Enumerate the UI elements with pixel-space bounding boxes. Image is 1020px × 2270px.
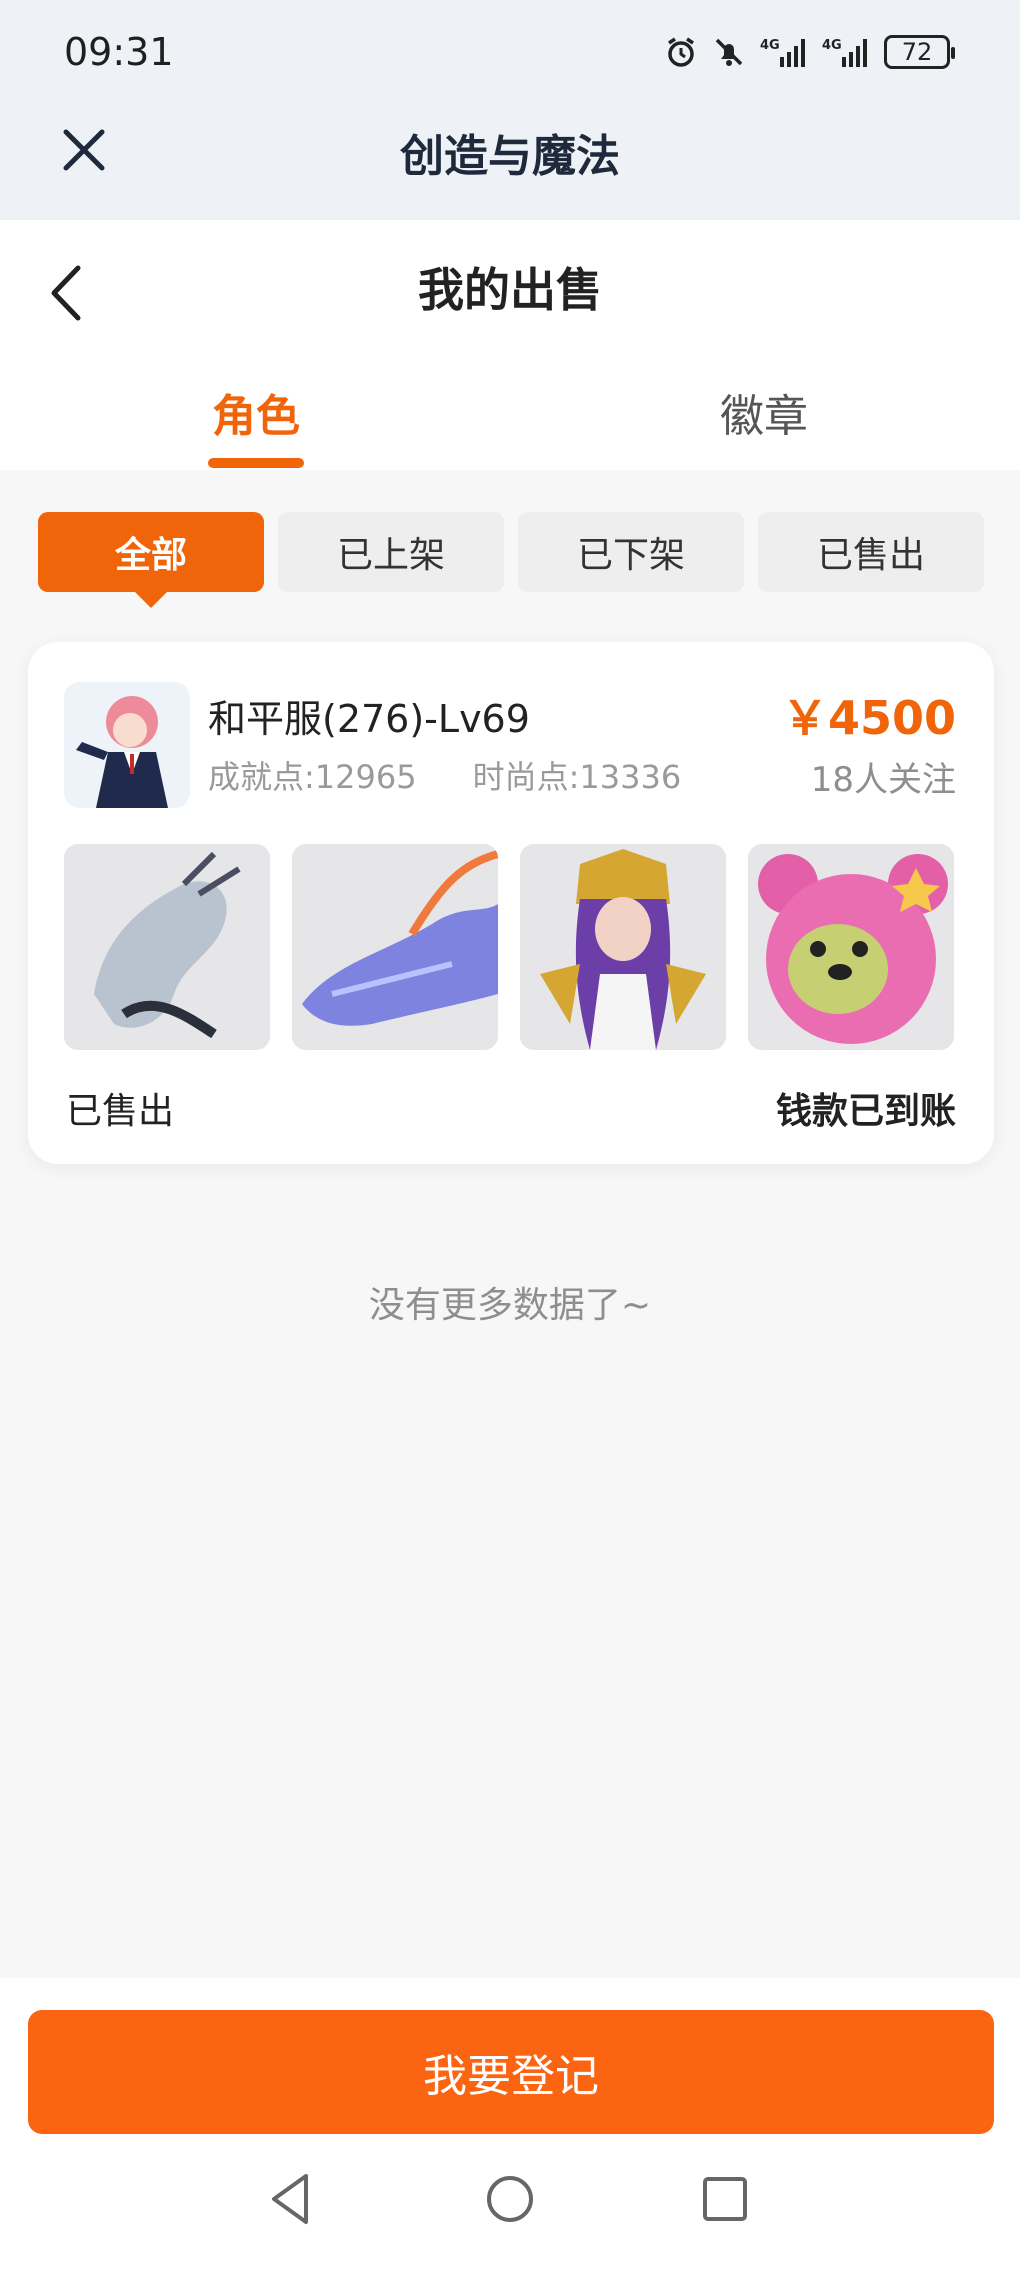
listing-card[interactable]: 和平服(276)-Lv69 成就点:12965 时尚点:13336 ￥4500 … [28,642,994,1164]
bottom-area: 我要登记 [0,1978,1020,2270]
silver-dragon-thumbnail[interactable] [64,844,270,1050]
system-nav-bar [0,2164,1020,2270]
golden-warrior-thumbnail[interactable] [520,844,726,1050]
battery-level: 72 [901,38,933,66]
pink-bear-thumbnail[interactable] [748,844,954,1050]
svg-text:4G: 4G [760,38,780,53]
tab-badge[interactable]: 徽章 [664,380,864,444]
svg-text:4G: 4G [822,38,842,53]
filter-row: 全部 已上架 已下架 已售出 [38,512,984,608]
filter-unlisted[interactable]: 已下架 [518,512,744,592]
thumbnail-row [64,844,958,1050]
active-tab-indicator [208,458,304,468]
alarm-icon [668,37,694,67]
followers-count: 18人关注 [810,760,956,800]
blue-dragon-thumbnail[interactable] [292,844,498,1050]
app-title: 创造与魔法 [400,131,620,182]
page-header: 我的出售 角色 徽章 [0,220,1020,470]
fashion-points: 时尚点:13336 [472,758,682,796]
nav-back-icon[interactable] [256,2164,326,2234]
character-avatar [64,682,190,808]
filter-listed[interactable]: 已上架 [278,512,504,592]
payment-status: 钱款已到账 [775,1091,956,1132]
page-title: 我的出售 [418,263,602,317]
character-name: 和平服(276)-Lv69 [208,697,530,741]
battery-icon: 72 [884,35,955,69]
nav-recents-icon[interactable] [690,2164,760,2234]
nav-home-icon[interactable] [475,2164,545,2234]
app-bar: 创造与魔法 [0,110,1020,220]
status-bar: 09:31 4G 4G 72 [0,0,1020,110]
no-more-data: 没有更多数据了~ [368,1285,652,1326]
filter-all[interactable]: 全部 [38,512,264,608]
status-time: 09:31 [64,30,174,74]
sale-status: 已售出 [66,1091,175,1132]
mute-icon [715,38,743,66]
price: ￥4500 [781,691,956,745]
status-icons: 4G 4G 72 [664,30,955,74]
signal-4g-icon: 4G [760,38,805,67]
register-button[interactable]: 我要登记 [28,2010,994,2134]
character-stats: 成就点:12965 时尚点:13336 [208,752,681,798]
tab-role[interactable]: 角色 [156,380,356,444]
filter-sold[interactable]: 已售出 [758,512,984,592]
signal-4g-icon: 4G [822,38,867,67]
achievement-points: 成就点:12965 [208,758,417,796]
